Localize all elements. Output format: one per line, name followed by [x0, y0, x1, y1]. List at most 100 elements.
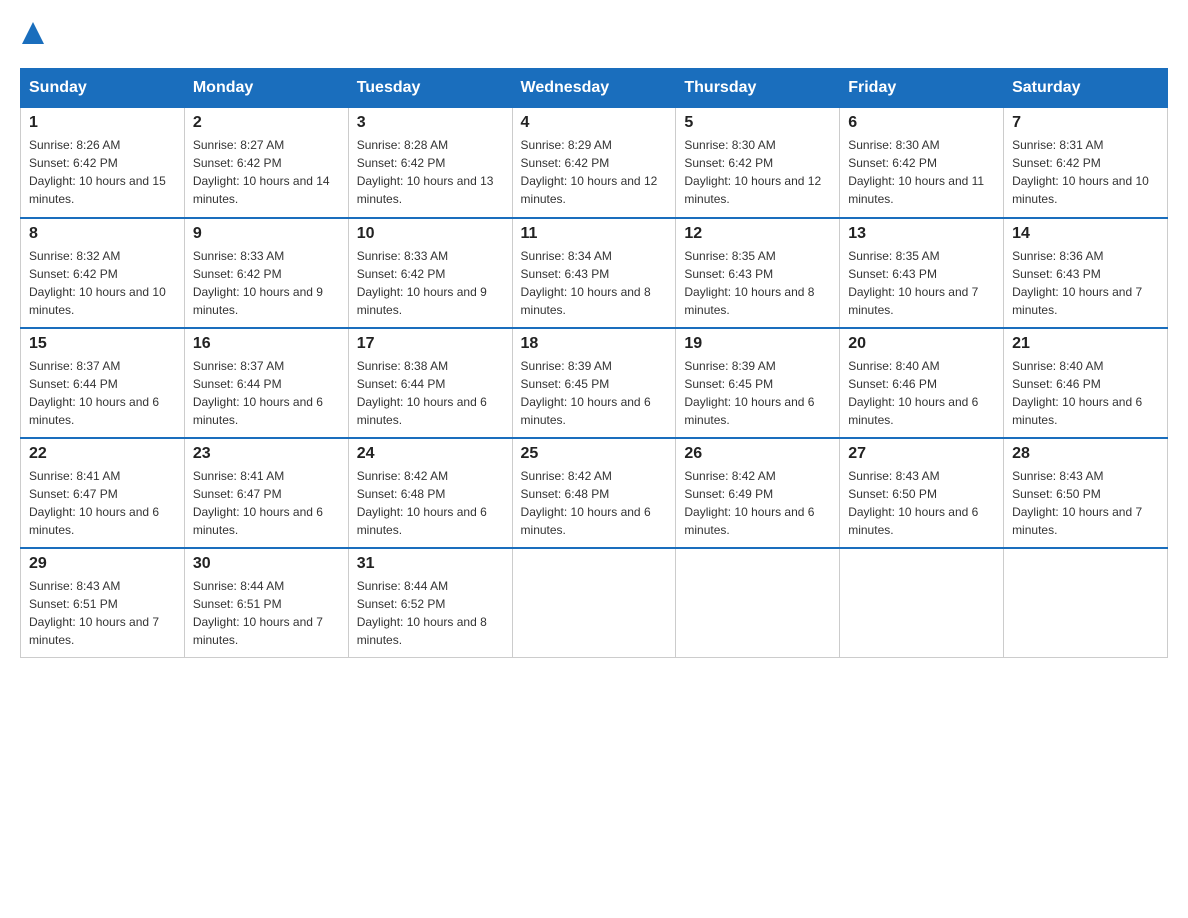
calendar-cell: 29 Sunrise: 8:43 AMSunset: 6:51 PMDaylig… — [21, 548, 185, 658]
day-number: 13 — [848, 225, 995, 243]
header-wednesday: Wednesday — [512, 69, 676, 108]
day-number: 5 — [684, 114, 831, 132]
day-info: Sunrise: 8:35 AMSunset: 6:43 PMDaylight:… — [848, 247, 995, 319]
day-number: 20 — [848, 335, 995, 353]
calendar-cell: 2 Sunrise: 8:27 AMSunset: 6:42 PMDayligh… — [184, 108, 348, 218]
day-info: Sunrise: 8:40 AMSunset: 6:46 PMDaylight:… — [1012, 357, 1159, 429]
calendar-cell: 3 Sunrise: 8:28 AMSunset: 6:42 PMDayligh… — [348, 108, 512, 218]
day-number: 29 — [29, 555, 176, 573]
week-row-2: 8 Sunrise: 8:32 AMSunset: 6:42 PMDayligh… — [21, 218, 1168, 328]
calendar-cell: 21 Sunrise: 8:40 AMSunset: 6:46 PMDaylig… — [1004, 328, 1168, 438]
day-number: 26 — [684, 445, 831, 463]
day-number: 4 — [521, 114, 668, 132]
calendar-cell: 7 Sunrise: 8:31 AMSunset: 6:42 PMDayligh… — [1004, 108, 1168, 218]
day-info: Sunrise: 8:30 AMSunset: 6:42 PMDaylight:… — [684, 136, 831, 208]
day-number: 19 — [684, 335, 831, 353]
calendar-cell: 26 Sunrise: 8:42 AMSunset: 6:49 PMDaylig… — [676, 438, 840, 548]
day-info: Sunrise: 8:42 AMSunset: 6:48 PMDaylight:… — [357, 467, 504, 539]
day-number: 17 — [357, 335, 504, 353]
calendar-cell: 1 Sunrise: 8:26 AMSunset: 6:42 PMDayligh… — [21, 108, 185, 218]
week-row-3: 15 Sunrise: 8:37 AMSunset: 6:44 PMDaylig… — [21, 328, 1168, 438]
day-info: Sunrise: 8:37 AMSunset: 6:44 PMDaylight:… — [193, 357, 340, 429]
day-info: Sunrise: 8:31 AMSunset: 6:42 PMDaylight:… — [1012, 136, 1159, 208]
day-number: 16 — [193, 335, 340, 353]
day-number: 25 — [521, 445, 668, 463]
day-info: Sunrise: 8:44 AMSunset: 6:52 PMDaylight:… — [357, 577, 504, 649]
day-info: Sunrise: 8:35 AMSunset: 6:43 PMDaylight:… — [684, 247, 831, 319]
calendar-cell: 13 Sunrise: 8:35 AMSunset: 6:43 PMDaylig… — [840, 218, 1004, 328]
header-monday: Monday — [184, 69, 348, 108]
day-info: Sunrise: 8:43 AMSunset: 6:50 PMDaylight:… — [1012, 467, 1159, 539]
day-info: Sunrise: 8:34 AMSunset: 6:43 PMDaylight:… — [521, 247, 668, 319]
calendar-cell: 24 Sunrise: 8:42 AMSunset: 6:48 PMDaylig… — [348, 438, 512, 548]
header — [20, 20, 1168, 48]
calendar-cell: 10 Sunrise: 8:33 AMSunset: 6:42 PMDaylig… — [348, 218, 512, 328]
day-info: Sunrise: 8:40 AMSunset: 6:46 PMDaylight:… — [848, 357, 995, 429]
calendar-cell: 9 Sunrise: 8:33 AMSunset: 6:42 PMDayligh… — [184, 218, 348, 328]
calendar-cell: 11 Sunrise: 8:34 AMSunset: 6:43 PMDaylig… — [512, 218, 676, 328]
header-tuesday: Tuesday — [348, 69, 512, 108]
calendar-cell: 30 Sunrise: 8:44 AMSunset: 6:51 PMDaylig… — [184, 548, 348, 658]
calendar-cell — [840, 548, 1004, 658]
day-number: 2 — [193, 114, 340, 132]
day-info: Sunrise: 8:28 AMSunset: 6:42 PMDaylight:… — [357, 136, 504, 208]
logo — [20, 20, 44, 48]
calendar-cell: 15 Sunrise: 8:37 AMSunset: 6:44 PMDaylig… — [21, 328, 185, 438]
calendar-cell: 14 Sunrise: 8:36 AMSunset: 6:43 PMDaylig… — [1004, 218, 1168, 328]
calendar-cell: 20 Sunrise: 8:40 AMSunset: 6:46 PMDaylig… — [840, 328, 1004, 438]
day-number: 15 — [29, 335, 176, 353]
day-info: Sunrise: 8:42 AMSunset: 6:49 PMDaylight:… — [684, 467, 831, 539]
calendar-cell: 31 Sunrise: 8:44 AMSunset: 6:52 PMDaylig… — [348, 548, 512, 658]
day-info: Sunrise: 8:30 AMSunset: 6:42 PMDaylight:… — [848, 136, 995, 208]
day-number: 7 — [1012, 114, 1159, 132]
calendar-cell: 22 Sunrise: 8:41 AMSunset: 6:47 PMDaylig… — [21, 438, 185, 548]
calendar-cell: 6 Sunrise: 8:30 AMSunset: 6:42 PMDayligh… — [840, 108, 1004, 218]
day-number: 6 — [848, 114, 995, 132]
calendar-cell: 23 Sunrise: 8:41 AMSunset: 6:47 PMDaylig… — [184, 438, 348, 548]
calendar-cell: 28 Sunrise: 8:43 AMSunset: 6:50 PMDaylig… — [1004, 438, 1168, 548]
day-info: Sunrise: 8:27 AMSunset: 6:42 PMDaylight:… — [193, 136, 340, 208]
day-number: 21 — [1012, 335, 1159, 353]
day-number: 8 — [29, 225, 176, 243]
calendar-cell: 4 Sunrise: 8:29 AMSunset: 6:42 PMDayligh… — [512, 108, 676, 218]
calendar-cell: 18 Sunrise: 8:39 AMSunset: 6:45 PMDaylig… — [512, 328, 676, 438]
calendar-table: SundayMondayTuesdayWednesdayThursdayFrid… — [20, 68, 1168, 658]
day-number: 24 — [357, 445, 504, 463]
day-info: Sunrise: 8:38 AMSunset: 6:44 PMDaylight:… — [357, 357, 504, 429]
calendar-cell: 16 Sunrise: 8:37 AMSunset: 6:44 PMDaylig… — [184, 328, 348, 438]
day-info: Sunrise: 8:43 AMSunset: 6:51 PMDaylight:… — [29, 577, 176, 649]
header-row: SundayMondayTuesdayWednesdayThursdayFrid… — [21, 69, 1168, 108]
day-number: 22 — [29, 445, 176, 463]
day-info: Sunrise: 8:26 AMSunset: 6:42 PMDaylight:… — [29, 136, 176, 208]
calendar-cell: 8 Sunrise: 8:32 AMSunset: 6:42 PMDayligh… — [21, 218, 185, 328]
day-info: Sunrise: 8:32 AMSunset: 6:42 PMDaylight:… — [29, 247, 176, 319]
day-info: Sunrise: 8:37 AMSunset: 6:44 PMDaylight:… — [29, 357, 176, 429]
logo-triangle-icon — [22, 20, 44, 46]
week-row-4: 22 Sunrise: 8:41 AMSunset: 6:47 PMDaylig… — [21, 438, 1168, 548]
week-row-1: 1 Sunrise: 8:26 AMSunset: 6:42 PMDayligh… — [21, 108, 1168, 218]
day-info: Sunrise: 8:33 AMSunset: 6:42 PMDaylight:… — [357, 247, 504, 319]
day-number: 14 — [1012, 225, 1159, 243]
day-number: 30 — [193, 555, 340, 573]
day-info: Sunrise: 8:42 AMSunset: 6:48 PMDaylight:… — [521, 467, 668, 539]
day-info: Sunrise: 8:43 AMSunset: 6:50 PMDaylight:… — [848, 467, 995, 539]
day-number: 1 — [29, 114, 176, 132]
day-info: Sunrise: 8:41 AMSunset: 6:47 PMDaylight:… — [193, 467, 340, 539]
day-info: Sunrise: 8:36 AMSunset: 6:43 PMDaylight:… — [1012, 247, 1159, 319]
calendar-cell: 19 Sunrise: 8:39 AMSunset: 6:45 PMDaylig… — [676, 328, 840, 438]
calendar-cell: 25 Sunrise: 8:42 AMSunset: 6:48 PMDaylig… — [512, 438, 676, 548]
day-info: Sunrise: 8:39 AMSunset: 6:45 PMDaylight:… — [684, 357, 831, 429]
header-thursday: Thursday — [676, 69, 840, 108]
day-number: 9 — [193, 225, 340, 243]
day-number: 28 — [1012, 445, 1159, 463]
day-number: 18 — [521, 335, 668, 353]
day-number: 12 — [684, 225, 831, 243]
day-number: 23 — [193, 445, 340, 463]
calendar-cell: 12 Sunrise: 8:35 AMSunset: 6:43 PMDaylig… — [676, 218, 840, 328]
calendar-cell — [1004, 548, 1168, 658]
day-info: Sunrise: 8:41 AMSunset: 6:47 PMDaylight:… — [29, 467, 176, 539]
day-number: 10 — [357, 225, 504, 243]
week-row-5: 29 Sunrise: 8:43 AMSunset: 6:51 PMDaylig… — [21, 548, 1168, 658]
calendar-cell — [676, 548, 840, 658]
day-info: Sunrise: 8:39 AMSunset: 6:45 PMDaylight:… — [521, 357, 668, 429]
